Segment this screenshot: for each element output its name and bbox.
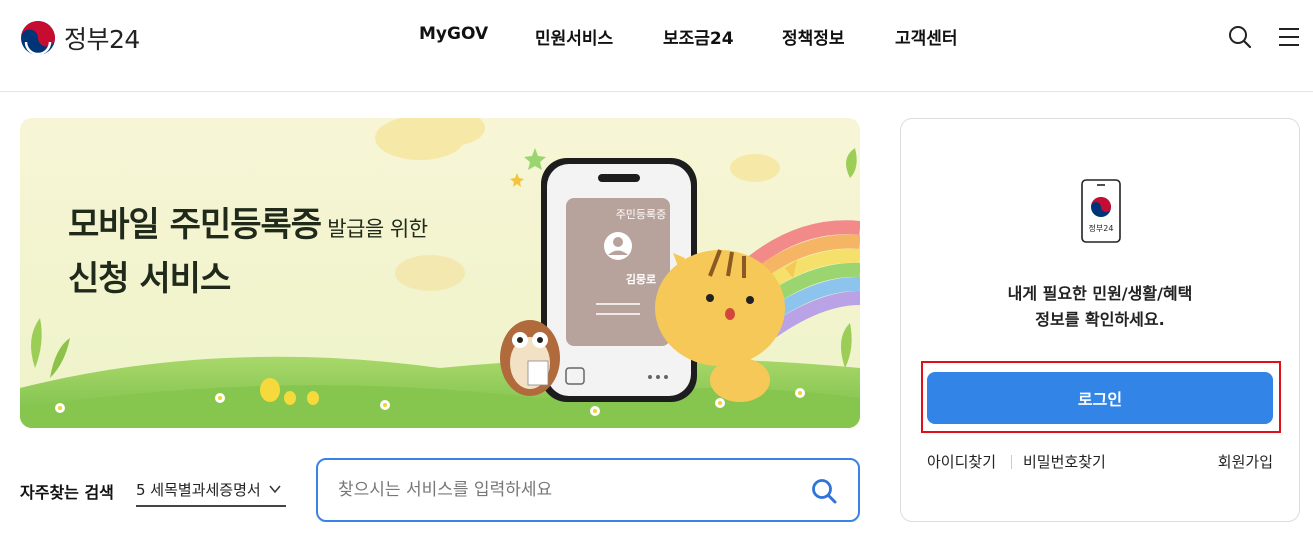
login-button[interactable]: 로그인 bbox=[927, 372, 1273, 424]
login-message-line2: 정보를 확인하세요. bbox=[1035, 310, 1165, 329]
login-message: 내게 필요한 민원/생활/혜택 정보를 확인하세요. bbox=[901, 281, 1299, 333]
signup-link[interactable]: 회원가입 bbox=[1218, 451, 1273, 472]
service-search-box[interactable] bbox=[316, 458, 860, 522]
nav-civil-services[interactable]: 민원서비스 bbox=[535, 24, 613, 49]
account-links: 아이디찾기 비밀번호찾기 회원가입 bbox=[927, 451, 1273, 473]
banner-title-line2: 신청 서비스 bbox=[68, 259, 231, 299]
login-message-line1: 내게 필요한 민원/생활/혜택 bbox=[1007, 284, 1193, 303]
nav-subsidy24[interactable]: 보조금24 bbox=[663, 24, 734, 49]
banner-title: 모바일 주민등록증 발급을 위한 신청 서비스 bbox=[68, 200, 428, 304]
phone-logo-text: 정부24 bbox=[1089, 223, 1114, 233]
link-divider bbox=[1011, 455, 1012, 469]
service-search-input[interactable] bbox=[338, 476, 798, 504]
top-header: 정부24 MyGOV 민원서비스 보조금24 정책정보 고객센터 bbox=[0, 0, 1313, 92]
frequent-search-label: 자주찾는 검색 bbox=[20, 483, 114, 502]
phone-card-name: 김뭉로 bbox=[625, 273, 657, 286]
frequent-search-value: 5 세목별과세증명서 bbox=[136, 481, 261, 499]
phone-card-title: 주민등록증 bbox=[615, 208, 667, 221]
main-nav: MyGOV 민원서비스 보조금24 정책정보 고객센터 bbox=[0, 24, 1313, 52]
hamburger-menu-icon[interactable] bbox=[1276, 24, 1302, 50]
find-id-link[interactable]: 아이디찾기 bbox=[927, 451, 996, 472]
banner-title-line1: 모바일 주민등록증 bbox=[68, 205, 322, 245]
mobile-phone-icon: 정부24 bbox=[1081, 179, 1121, 243]
nav-mygov[interactable]: MyGOV bbox=[419, 24, 488, 44]
login-panel: 정부24 내게 필요한 민원/생활/혜택 정보를 확인하세요. 로그인 아이디찾… bbox=[900, 118, 1300, 522]
banner-title-sub: 발급을 위한 bbox=[321, 217, 428, 241]
search-submit-icon[interactable] bbox=[810, 477, 838, 505]
search-icon[interactable] bbox=[1227, 24, 1253, 50]
nav-customer-center[interactable]: 고객센터 bbox=[895, 24, 958, 49]
mobile-id-banner[interactable]: 모바일 주민등록증 발급을 위한 신청 서비스 주민등록증 김뭉로 bbox=[20, 118, 860, 428]
chevron-down-icon bbox=[269, 485, 281, 494]
frequent-search-dropdown[interactable]: 5 세목별과세증명서 bbox=[136, 474, 286, 507]
nav-policy-info[interactable]: 정책정보 bbox=[782, 24, 845, 49]
find-password-link[interactable]: 비밀번호찾기 bbox=[1023, 451, 1106, 472]
